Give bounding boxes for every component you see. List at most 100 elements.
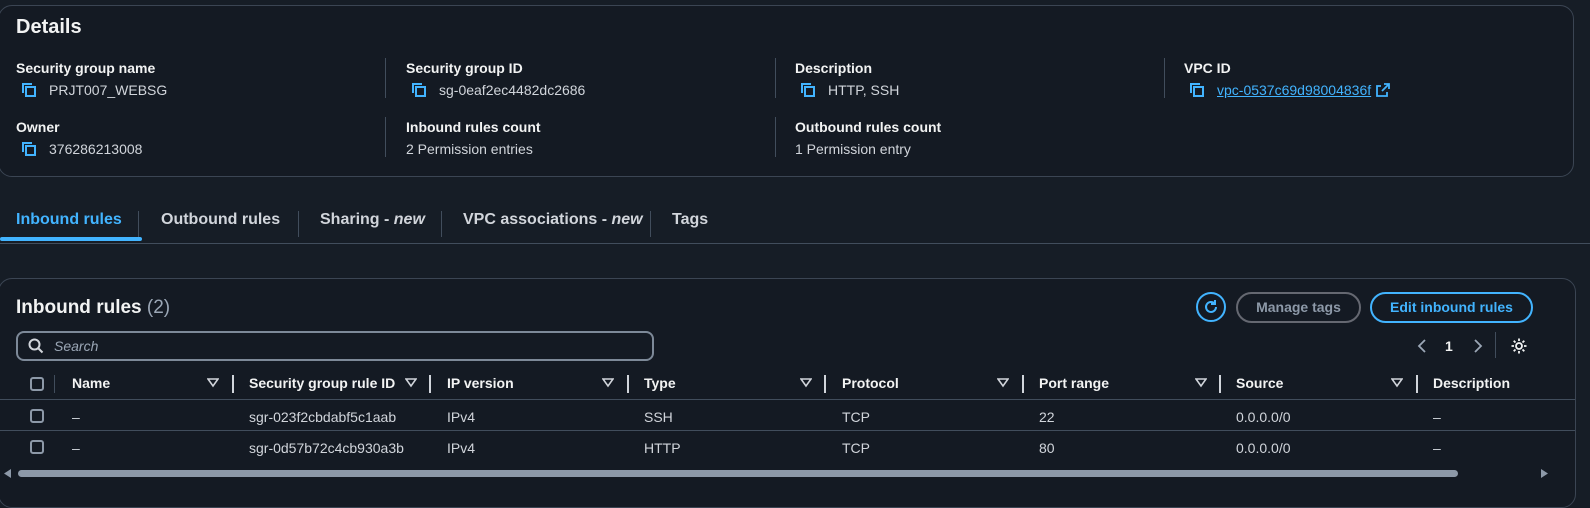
column-resizer[interactable] (627, 375, 629, 393)
tab-outbound-rules[interactable]: Outbound rules (161, 203, 280, 241)
page-number[interactable]: 1 (1445, 338, 1453, 354)
copy-icon[interactable] (1189, 82, 1205, 98)
inbound-count-label: Inbound rules count (406, 119, 541, 135)
description-value: HTTP, SSH (828, 82, 900, 98)
column-resizer[interactable] (824, 375, 826, 393)
sort-icon[interactable] (602, 378, 614, 388)
details-title: Details (16, 16, 82, 38)
column-header-ip-version[interactable]: IP version (447, 375, 514, 399)
refresh-button[interactable] (1196, 292, 1226, 322)
divider (385, 58, 386, 98)
refresh-icon (1205, 300, 1217, 313)
column-header-protocol[interactable]: Protocol (842, 375, 899, 399)
divider (775, 117, 776, 157)
scrollbar-thumb[interactable] (18, 470, 1458, 477)
row-divider (0, 430, 1575, 431)
sort-icon[interactable] (1391, 378, 1403, 388)
owner-field: Owner 376286213008 (16, 119, 142, 157)
outbound-count-field: Outbound rules count 1 Permission entry (795, 119, 941, 157)
vpc-id-link[interactable]: vpc-0537c69d98004836f (1217, 82, 1371, 98)
copy-icon[interactable] (21, 82, 37, 98)
tab-sharing[interactable]: Sharing - new (320, 203, 425, 241)
column-divider (54, 375, 55, 393)
search-input[interactable] (52, 337, 616, 355)
scroll-left-icon[interactable] (4, 469, 12, 478)
edit-inbound-rules-button[interactable]: Edit inbound rules (1370, 292, 1533, 323)
tab-inbound-rules[interactable]: Inbound rules (0, 203, 142, 241)
vpc-id-field: VPC ID vpc-0537c69d98004836f (1184, 60, 1391, 98)
outbound-count-label: Outbound rules count (795, 119, 942, 135)
sg-name-label: Security group name (16, 60, 156, 76)
cell-name: – (72, 409, 80, 425)
sort-icon[interactable] (800, 378, 812, 388)
select-all-checkbox[interactable] (30, 377, 44, 391)
panel-title: Inbound rules (2) (16, 297, 170, 319)
column-header-rule-id[interactable]: Security group rule ID (249, 375, 395, 399)
description-field: Description HTTP, SSH (795, 60, 899, 98)
sort-icon[interactable] (405, 378, 417, 388)
divider (1164, 58, 1165, 98)
header-divider (0, 399, 1575, 400)
cell-name: – (72, 440, 80, 456)
column-header-type[interactable]: Type (644, 375, 676, 399)
gear-icon[interactable] (1510, 337, 1528, 355)
copy-icon[interactable] (21, 141, 37, 157)
chevron-left-icon[interactable] (1417, 336, 1427, 356)
manage-tags-button[interactable]: Manage tags (1236, 292, 1361, 323)
owner-label: Owner (16, 119, 60, 135)
copy-icon[interactable] (411, 82, 427, 98)
outbound-count-value: 1 Permission entry (795, 141, 911, 157)
column-resizer[interactable] (1219, 375, 1221, 393)
sg-name-value: PRJT007_WEBSG (49, 82, 168, 98)
description-label: Description (795, 60, 873, 76)
inbound-count-field: Inbound rules count 2 Permission entries (406, 119, 541, 157)
scroll-right-icon[interactable] (1540, 469, 1548, 478)
cell-rule-id: sgr-0d57b72c4cb930a3b (249, 440, 404, 456)
column-resizer[interactable] (1022, 375, 1024, 393)
tab-vpc-associations[interactable]: VPC associations - new (463, 203, 643, 241)
tab-divider (138, 211, 139, 237)
external-link-icon[interactable] (1376, 83, 1391, 97)
column-resizer[interactable] (232, 375, 234, 393)
tab-tags[interactable]: Tags (672, 203, 708, 241)
pager-divider (1495, 332, 1496, 358)
column-header-port-range[interactable]: Port range (1039, 375, 1109, 399)
tab-divider (441, 211, 442, 237)
cell-ip-version: IPv4 (447, 409, 476, 425)
search-box[interactable] (16, 331, 654, 361)
tab-bar: Inbound rules Outbound rules Sharing - n… (0, 203, 1590, 244)
sort-icon[interactable] (207, 378, 219, 388)
inbound-count-value: 2 Permission entries (406, 141, 533, 157)
sg-name-field: Security group name PRJT007_WEBSG (16, 60, 167, 98)
column-resizer[interactable] (1416, 375, 1418, 393)
column-header-description[interactable]: Description (1433, 375, 1510, 399)
row-checkbox[interactable] (30, 409, 44, 423)
rules-count: (2) (146, 297, 171, 318)
cell-rule-id: sgr-023f2cbdabf5c1aab (249, 409, 397, 425)
inbound-rules-panel: Inbound rules (2) Manage tags Edit inbou… (0, 278, 1576, 508)
owner-value: 376286213008 (49, 141, 143, 157)
copy-icon[interactable] (800, 82, 816, 98)
cell-port-range: 80 (1039, 440, 1055, 456)
sort-icon[interactable] (997, 378, 1009, 388)
vpc-id-label: VPC ID (1184, 60, 1231, 76)
cell-port-range: 22 (1039, 409, 1055, 425)
cell-protocol: TCP (842, 440, 870, 456)
column-resizer[interactable] (429, 375, 431, 393)
panel-title-text: Inbound rules (16, 297, 142, 318)
sg-id-value: sg-0eaf2ec4482dc2686 (439, 82, 586, 98)
tab-sharing-label: Sharing - (320, 211, 394, 228)
row-checkbox[interactable] (30, 440, 44, 454)
horizontal-scrollbar[interactable] (4, 467, 1549, 479)
new-badge: new (393, 211, 425, 228)
cell-type: SSH (644, 409, 673, 425)
column-header-source[interactable]: Source (1236, 375, 1283, 399)
cell-protocol: TCP (842, 409, 870, 425)
sg-id-label: Security group ID (406, 60, 523, 76)
chevron-right-icon[interactable] (1473, 336, 1483, 356)
tab-divider (650, 211, 651, 237)
sort-icon[interactable] (1195, 378, 1207, 388)
tab-divider (298, 211, 299, 237)
cell-source: 0.0.0.0/0 (1236, 409, 1291, 425)
column-header-name[interactable]: Name (72, 375, 110, 399)
